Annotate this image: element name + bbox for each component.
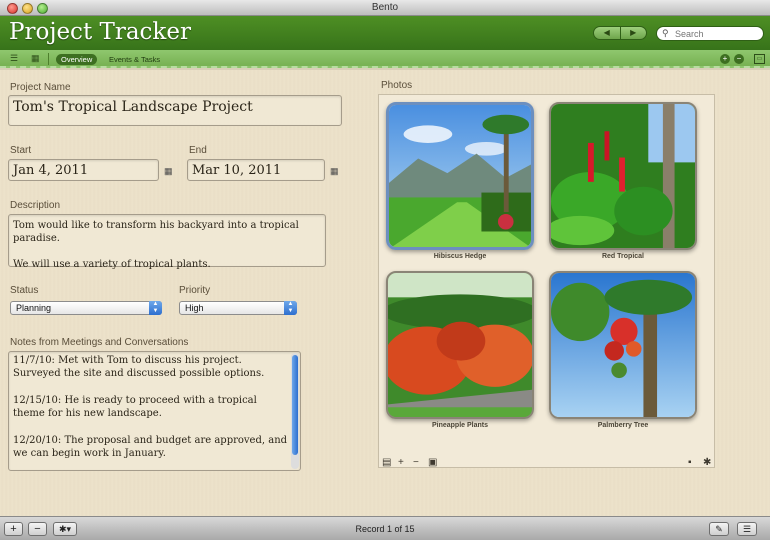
popup-arrows-icon: ▲ ▼	[149, 301, 162, 315]
status-value: Planning	[16, 303, 52, 313]
record-navigation: ◀ ▶	[593, 26, 647, 40]
status-popup[interactable]: Planning ▲ ▼	[10, 301, 162, 315]
media-browser-icon[interactable]: ▣	[428, 457, 437, 468]
toolbar-divider	[48, 53, 49, 65]
search-field[interactable]: ⚲	[656, 26, 764, 41]
window-titlebar: Bento	[0, 0, 770, 16]
scrollbar-thumb[interactable]	[292, 355, 298, 455]
red-tropical-image	[551, 104, 695, 248]
record-counter: Record 1 of 15	[355, 524, 415, 534]
tab-events-tasks[interactable]: Events & Tasks	[109, 54, 160, 65]
add-photo-from-file-icon[interactable]: ▤	[382, 457, 391, 468]
app-title: Project Tracker	[9, 19, 191, 45]
photo-caption: Palmberry Tree	[597, 422, 649, 429]
priority-popup[interactable]: High ▲ ▼	[179, 301, 297, 315]
notes-field[interactable]: 11/7/10: Met with Tom to discuss his pro…	[8, 351, 301, 471]
notes-scrollbar[interactable]	[291, 353, 299, 469]
pineapple-plants-image	[388, 273, 532, 417]
notes-label: Notes from Meetings and Conversations	[10, 337, 189, 348]
calendar-icon[interactable]: ▦	[164, 166, 173, 177]
grid-view-icon[interactable]: ▦	[31, 53, 40, 64]
form-view-icon[interactable]: ☰	[737, 522, 757, 536]
project-name-label: Project Name	[10, 82, 71, 93]
remove-layout-icon[interactable]: −	[734, 54, 744, 64]
list-view-icon[interactable]: ☰	[10, 53, 18, 64]
search-icon: ⚲	[662, 28, 669, 38]
priority-label: Priority	[179, 285, 211, 296]
remove-photo-icon[interactable]: −	[413, 457, 419, 468]
next-record-button[interactable]: ▶	[621, 27, 647, 39]
view-size-icon[interactable]: ▪	[688, 457, 692, 468]
photo-caption: Pineapple Plants	[431, 422, 489, 429]
photo-red-tropical[interactable]	[549, 102, 697, 250]
add-photo-icon[interactable]: +	[398, 457, 404, 468]
previous-record-button[interactable]: ◀	[594, 27, 621, 39]
photo-pineapple-plants[interactable]	[386, 271, 534, 419]
start-label: Start	[10, 145, 32, 156]
window-title: Bento	[371, 2, 399, 13]
add-layout-icon[interactable]: +	[720, 54, 730, 64]
photo-caption: Red Tropical	[601, 253, 644, 260]
palmberry-tree-image	[551, 273, 695, 417]
app-header: Project Tracker ◀ ▶ ⚲	[0, 16, 770, 50]
layout-options-icon[interactable]: ▭	[754, 54, 765, 64]
view-toolbar: ☰ ▦ Overview Events & Tasks + − ▭	[0, 50, 770, 68]
priority-value: High	[185, 303, 204, 313]
end-date-field[interactable]: Mar 10, 2011	[187, 159, 325, 181]
end-label: End	[189, 145, 207, 156]
description-label: Description	[10, 200, 61, 211]
photos-label: Photos	[381, 80, 413, 91]
photo-caption: Hibiscus Hedge	[433, 253, 487, 260]
project-name-field[interactable]: Tom's Tropical Landscape Project	[8, 95, 342, 126]
edit-layout-icon[interactable]: ✎	[709, 522, 729, 536]
calendar-icon[interactable]: ▦	[330, 166, 339, 177]
status-label: Status	[10, 285, 39, 296]
photo-hibiscus-hedge[interactable]	[386, 102, 534, 250]
notes-text: 11/7/10: Met with Tom to discuss his pro…	[13, 355, 288, 460]
popup-arrows-icon: ▲ ▼	[284, 301, 297, 315]
record-form: Project Name Tom's Tropical Landscape Pr…	[0, 70, 770, 516]
gear-icon[interactable]: ✱	[703, 457, 711, 468]
start-date-field[interactable]: Jan 4, 2011	[8, 159, 159, 181]
tab-overview[interactable]: Overview	[56, 54, 98, 65]
photo-palmberry-tree[interactable]	[549, 271, 697, 419]
bottom-bar: + − ✱▾ Record 1 of 15 ✎ ☰	[0, 516, 770, 540]
description-field[interactable]: Tom would like to transform his backyard…	[8, 214, 326, 270]
hibiscus-hedge-image	[389, 105, 531, 247]
search-input[interactable]	[675, 28, 759, 39]
